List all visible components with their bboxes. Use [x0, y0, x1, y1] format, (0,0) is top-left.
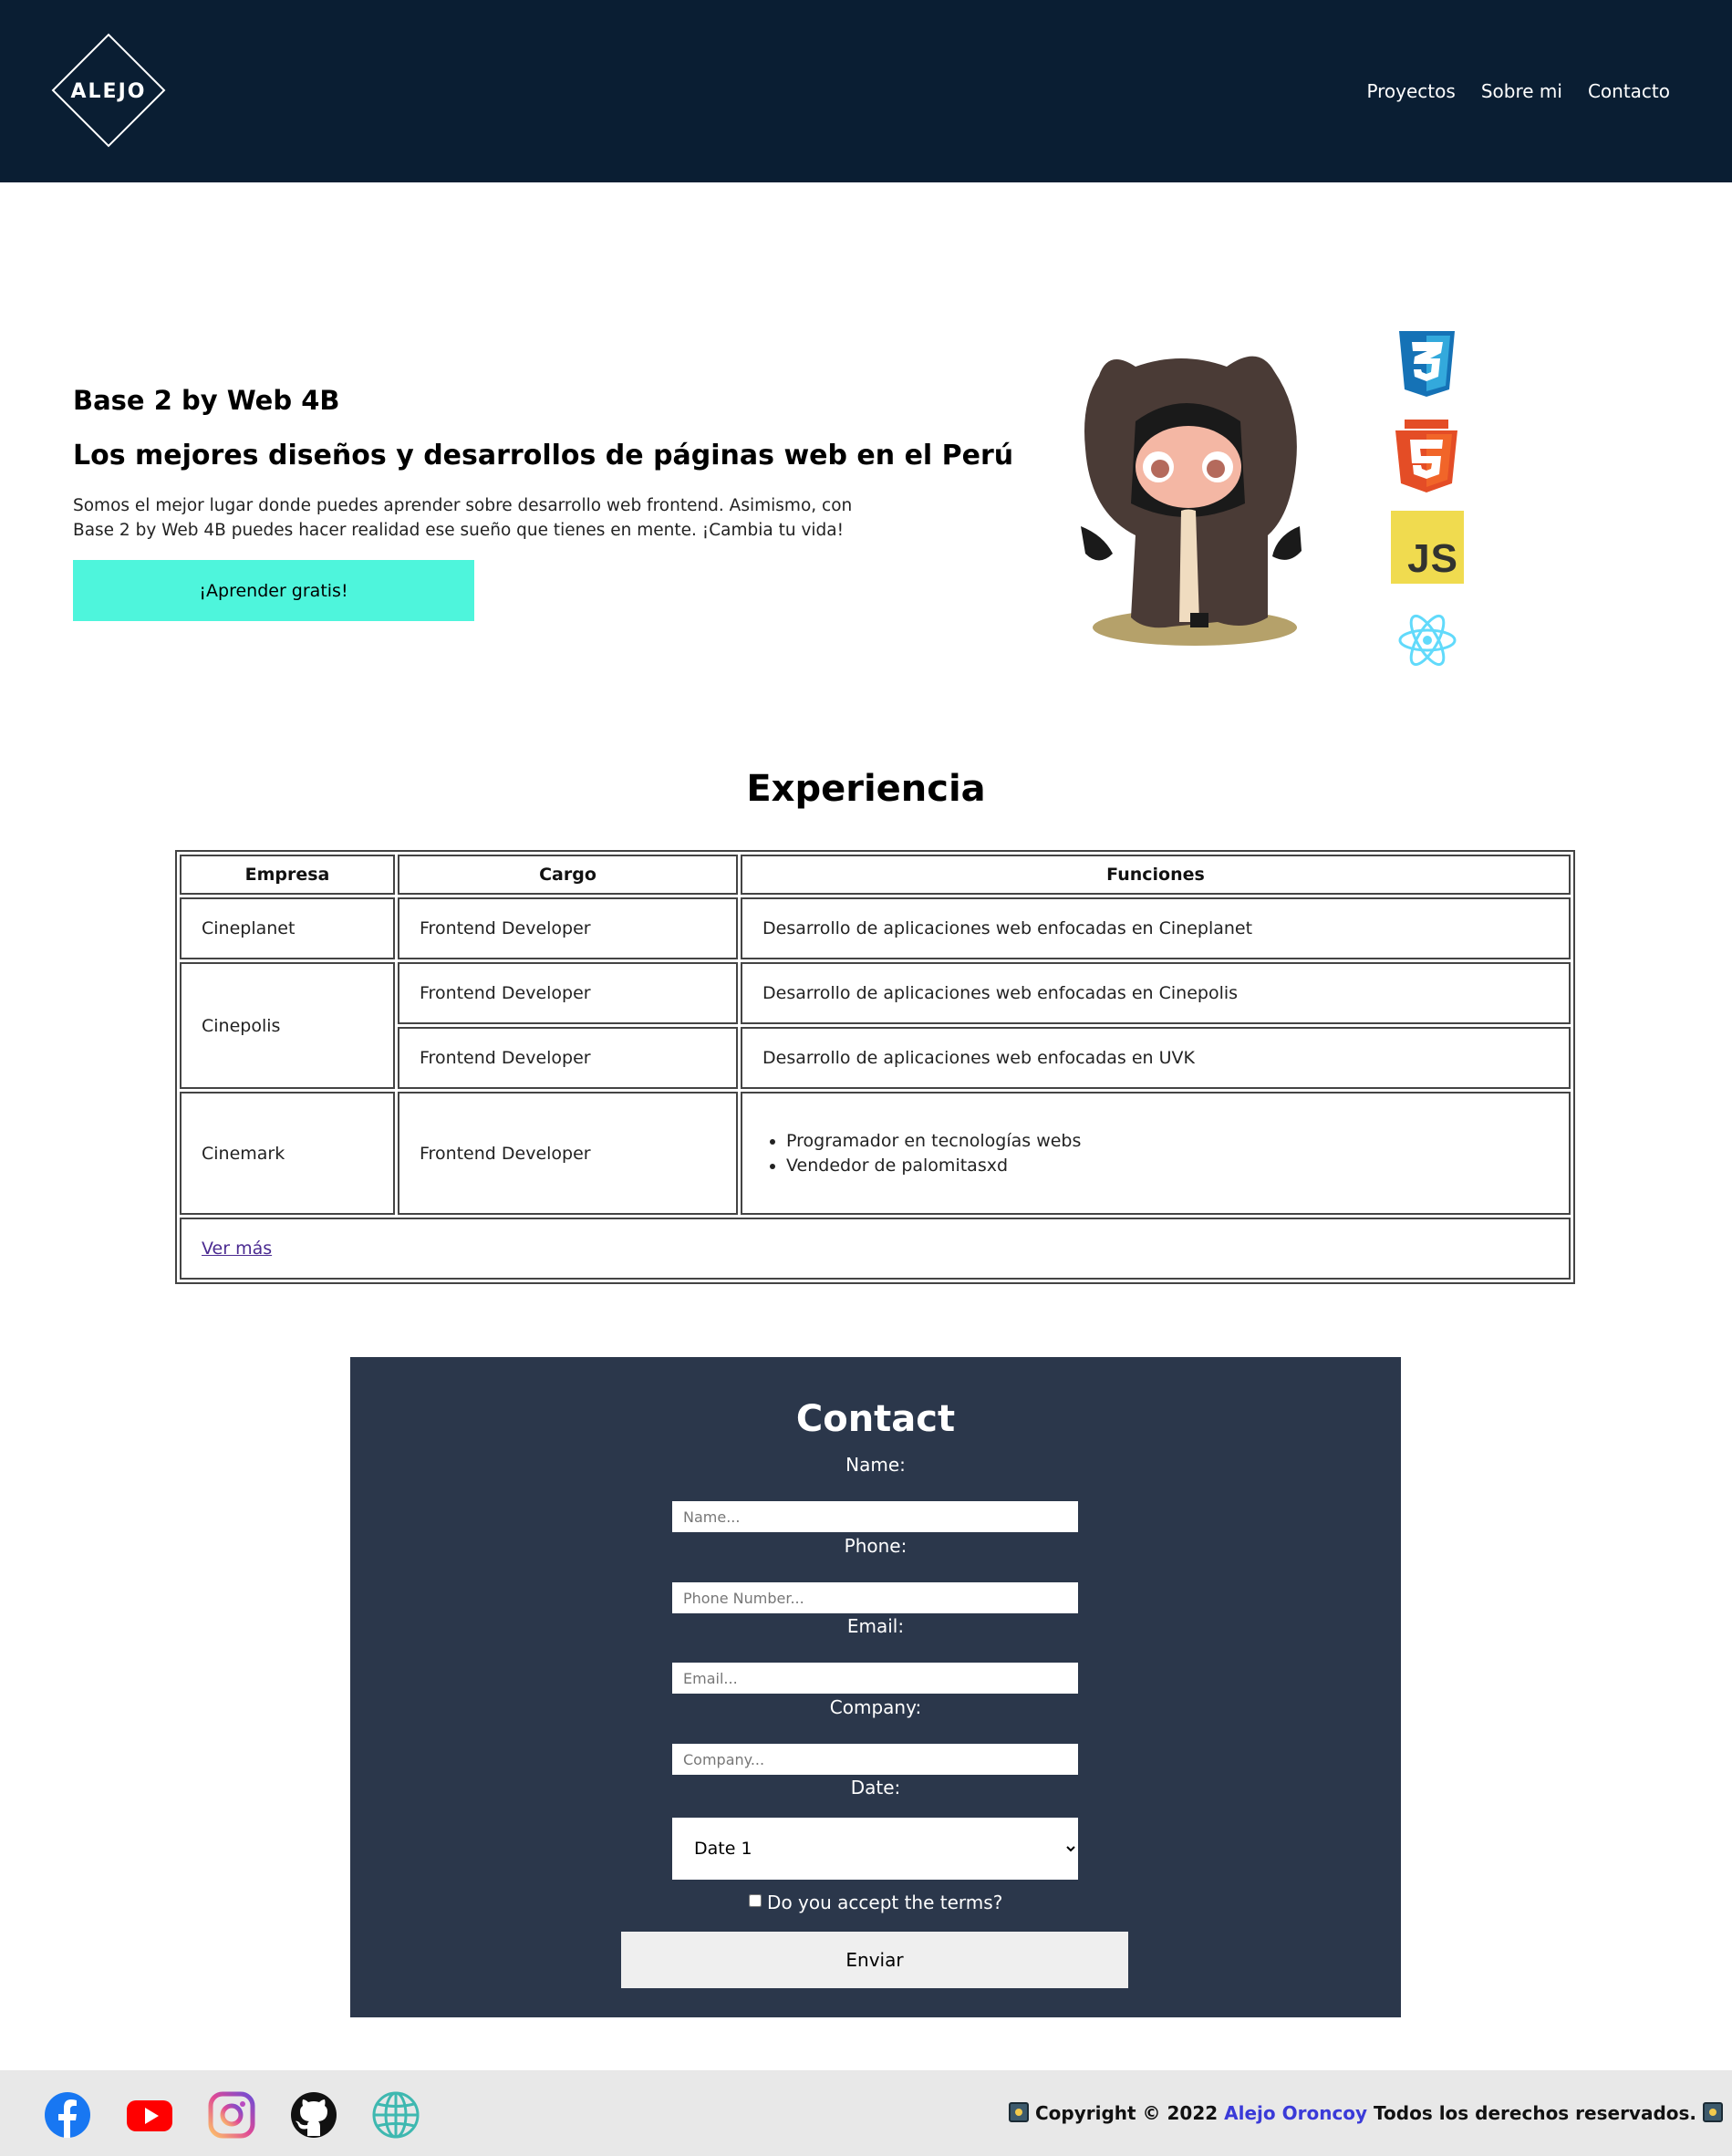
terms-checkbox[interactable]: [748, 1894, 762, 1907]
header-empresa: Empresa: [180, 855, 395, 895]
hero-subtitle: Los mejores diseños y desarrollos de pág…: [73, 440, 1014, 472]
copyright-suffix: Todos los derechos reservados.: [1374, 2102, 1697, 2124]
company-cell: Cinemark: [180, 1092, 395, 1215]
function-cell: Desarrollo de aplicaciones web enfocadas…: [741, 897, 1571, 959]
terms-label: Do you accept the terms?: [767, 1892, 1003, 1913]
function-cell: Desarrollo de aplicaciones web enfocadas…: [741, 1027, 1571, 1089]
contact-form: Contact Name: Phone: Email: Company: Dat…: [350, 1357, 1401, 2017]
role-cell: Frontend Developer: [398, 1092, 738, 1215]
youtube-icon[interactable]: [125, 2090, 174, 2140]
email-input[interactable]: [672, 1663, 1078, 1694]
js-label: JS: [1407, 536, 1458, 581]
hero-description: Somos el mejor lugar donde puedes aprend…: [73, 496, 853, 540]
react-icon: [1398, 614, 1457, 667]
facebook-icon[interactable]: [43, 2090, 92, 2140]
name-label: Name:: [845, 1454, 906, 1476]
hero-title: Base 2 by Web 4B: [73, 385, 340, 416]
contact-title: Contact: [795, 1398, 956, 1440]
github-octocat-icon: [1081, 356, 1302, 646]
name-input[interactable]: [672, 1501, 1078, 1532]
header-funciones: Funciones: [741, 855, 1571, 895]
learn-free-button[interactable]: ¡Aprender gratis!: [73, 560, 474, 621]
company-cell: Cineplanet: [180, 897, 395, 959]
company-cell: Cinepolis: [180, 962, 395, 1089]
email-label: Email:: [846, 1615, 905, 1637]
date-label: Date:: [850, 1777, 901, 1798]
company-label: Company:: [829, 1696, 922, 1718]
function-list: Programador en tecnologías webs Vendedor…: [762, 1129, 1549, 1178]
experience-title: Experiencia: [746, 768, 986, 810]
copyright-prefix: Copyright © 2022: [1034, 2102, 1219, 2124]
site-footer: Copyright © 2022 Alejo Oroncoy Todos los…: [0, 2070, 1732, 2156]
more-cell: Ver más: [180, 1218, 1571, 1280]
html5-icon: [1395, 420, 1457, 492]
nav-link-contacto[interactable]: Contacto: [1588, 80, 1670, 102]
globe-icon[interactable]: [371, 2090, 420, 2140]
nav-link-proyectos[interactable]: Proyectos: [1366, 80, 1455, 102]
css3-icon: [1399, 331, 1455, 397]
role-cell: Frontend Developer: [398, 897, 738, 959]
instagram-icon[interactable]: [207, 2090, 256, 2140]
function-cell: Desarrollo de aplicaciones web enfocadas…: [741, 962, 1571, 1024]
experience-table: Empresa Cargo Funciones Cineplanet Front…: [175, 850, 1575, 1284]
table-row: Ver más: [180, 1218, 1571, 1280]
logo-text: ALEJO: [71, 80, 147, 103]
role-cell: Frontend Developer: [398, 962, 738, 1024]
list-item: Vendedor de palomitasxd: [786, 1154, 1549, 1178]
alejo-logo[interactable]: ALEJO: [51, 33, 166, 148]
submit-button[interactable]: Enviar: [621, 1932, 1128, 1988]
site-header: ALEJO Proyectos Sobre mi Contacto: [0, 0, 1732, 182]
table-row: Cineplanet Frontend Developer Desarrollo…: [180, 897, 1571, 959]
copyright-text: Copyright © 2022 Alejo Oroncoy Todos los…: [1009, 2102, 1723, 2124]
table-row: Cinepolis Frontend Developer Desarrollo …: [180, 962, 1571, 1089]
company-input[interactable]: [672, 1744, 1078, 1775]
github-icon[interactable]: [289, 2090, 338, 2140]
phone-input[interactable]: [672, 1582, 1078, 1613]
table-header-row: Empresa Cargo Funciones: [180, 855, 1571, 895]
picture-emoji-icon: [1009, 2102, 1029, 2122]
table-row: Cinemark Frontend Developer Programador …: [180, 1092, 1571, 1215]
picture-emoji-icon: [1703, 2102, 1723, 2122]
function-cell: Programador en tecnologías webs Vendedor…: [741, 1092, 1571, 1215]
phone-label: Phone:: [844, 1535, 907, 1557]
role-cell: Frontend Developer: [398, 1027, 738, 1089]
author-link[interactable]: Alejo Oroncoy: [1224, 2102, 1367, 2124]
main-nav: Proyectos Sobre mi Contacto: [1366, 80, 1670, 102]
date-select[interactable]: Date 1: [672, 1818, 1078, 1880]
header-cargo: Cargo: [398, 855, 738, 895]
javascript-icon: JS: [1391, 511, 1464, 584]
list-item: Programador en tecnologías webs: [786, 1129, 1549, 1154]
nav-link-sobre-mi[interactable]: Sobre mi: [1481, 80, 1562, 102]
terms-row: Do you accept the terms?: [350, 1892, 1401, 1913]
ver-mas-link[interactable]: Ver más: [202, 1239, 272, 1259]
